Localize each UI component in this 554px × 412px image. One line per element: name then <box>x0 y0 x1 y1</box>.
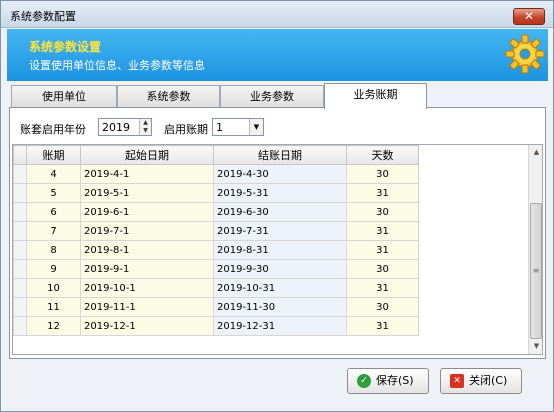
row-header-corner <box>13 145 27 165</box>
cell-period[interactable]: 9 <box>26 259 81 279</box>
cell-end-date[interactable]: 2019-10-31 <box>213 278 347 298</box>
cell-end-date[interactable]: 2019-9-30 <box>213 259 347 279</box>
row-header[interactable] <box>13 297 27 317</box>
tab-panel: 账套启用年份 2019 ▲ ▼ 启用账期 1 ▼ 账期 起始日期 结账日期 天数… <box>9 107 546 359</box>
cell-days[interactable]: 30 <box>346 259 419 279</box>
cell-start-date[interactable]: 2019-8-1 <box>80 240 214 260</box>
close-window-button[interactable]: ✕ <box>513 8 545 25</box>
cell-period[interactable]: 4 <box>26 164 81 184</box>
periods-grid: 账期 起始日期 结账日期 天数 4 2019-4-1 2019-4-30 30 5 201… <box>12 144 543 355</box>
cell-start-date[interactable]: 2019-6-1 <box>80 202 214 222</box>
table-row[interactable]: 9 2019-9-1 2019-9-30 30 <box>13 259 419 279</box>
cell-days[interactable]: 31 <box>346 316 419 336</box>
spinner-arrows-icon[interactable]: ▲ ▼ <box>139 119 151 135</box>
table-body: 4 2019-4-1 2019-4-30 30 5 2019-5-1 2019-5-31 31… <box>13 164 419 336</box>
row-header[interactable] <box>13 202 27 222</box>
cell-period[interactable]: 5 <box>26 183 81 203</box>
start-period-select[interactable]: 1 ▼ <box>212 118 264 136</box>
banner-subtitle: 设置使用单位信息、业务参数等信息 <box>29 59 205 72</box>
table-row[interactable]: 11 2019-11-1 2019-11-30 30 <box>13 297 419 317</box>
tab-organization[interactable]: 使用单位 <box>11 85 117 108</box>
cell-period[interactable]: 10 <box>26 278 81 298</box>
row-header[interactable] <box>13 183 27 203</box>
cell-start-date[interactable]: 2019-7-1 <box>80 221 214 241</box>
vertical-scrollbar[interactable]: ▲ ≡ ▼ <box>528 145 542 354</box>
table-header-row: 账期 起始日期 结账日期 天数 <box>13 145 419 165</box>
table-row[interactable]: 7 2019-7-1 2019-7-31 31 <box>13 221 419 241</box>
window-title: 系统参数配置 <box>10 10 76 23</box>
check-icon: ✓ <box>357 374 371 388</box>
scroll-thumb[interactable]: ≡ <box>530 203 542 339</box>
cell-period[interactable]: 12 <box>26 316 81 336</box>
close-button-label: 关闭(C) <box>469 374 508 387</box>
start-period-label: 启用账期 <box>164 123 208 136</box>
cell-end-date[interactable]: 2019-6-30 <box>213 202 347 222</box>
cell-end-date[interactable]: 2019-11-30 <box>213 297 347 317</box>
close-button[interactable]: ✕ 关闭(C) <box>440 368 522 394</box>
row-header[interactable] <box>13 316 27 336</box>
column-header-days[interactable]: 天数 <box>346 145 419 165</box>
scroll-up-icon[interactable]: ▲ <box>529 145 542 160</box>
table-row[interactable]: 4 2019-4-1 2019-4-30 30 <box>13 164 419 184</box>
start-year-value[interactable]: 2019 <box>102 121 130 134</box>
table-row[interactable]: 6 2019-6-1 2019-6-30 30 <box>13 202 419 222</box>
start-year-label: 账套启用年份 <box>20 123 86 136</box>
cell-days[interactable]: 30 <box>346 202 419 222</box>
cell-start-date[interactable]: 2019-5-1 <box>80 183 214 203</box>
gear-icon <box>505 34 545 74</box>
header-banner: 系统参数设置 设置使用单位信息、业务参数等信息 <box>7 29 548 81</box>
save-button-label: 保存(S) <box>376 374 414 387</box>
cell-period[interactable]: 6 <box>26 202 81 222</box>
cell-start-date[interactable]: 2019-10-1 <box>80 278 214 298</box>
cell-days[interactable]: 31 <box>346 278 419 298</box>
cell-end-date[interactable]: 2019-4-30 <box>213 164 347 184</box>
cell-start-date[interactable]: 2019-4-1 <box>80 164 214 184</box>
column-header-start-date[interactable]: 起始日期 <box>80 145 214 165</box>
cell-period[interactable]: 8 <box>26 240 81 260</box>
tab-accounting-periods[interactable]: 业务账期 <box>324 83 427 109</box>
close-icon: ✕ <box>450 374 464 388</box>
cell-end-date[interactable]: 2019-12-31 <box>213 316 347 336</box>
cell-days[interactable]: 31 <box>346 183 419 203</box>
cell-end-date[interactable]: 2019-5-31 <box>213 183 347 203</box>
column-header-period[interactable]: 账期 <box>26 145 81 165</box>
tab-system-params[interactable]: 系统参数 <box>117 85 220 108</box>
table-row[interactable]: 12 2019-12-1 2019-12-31 31 <box>13 316 419 336</box>
title-bar: 系统参数配置 ✕ <box>1 1 553 28</box>
tab-business-params[interactable]: 业务参数 <box>220 85 324 108</box>
cell-days[interactable]: 31 <box>346 240 419 260</box>
cell-start-date[interactable]: 2019-12-1 <box>80 316 214 336</box>
cell-days[interactable]: 31 <box>346 221 419 241</box>
cell-days[interactable]: 30 <box>346 297 419 317</box>
cell-start-date[interactable]: 2019-9-1 <box>80 259 214 279</box>
periods-table: 账期 起始日期 结账日期 天数 4 2019-4-1 2019-4-30 30 5 201… <box>13 145 419 336</box>
scroll-down-icon[interactable]: ▼ <box>529 339 542 354</box>
chevron-down-icon[interactable]: ▼ <box>249 119 263 135</box>
save-button[interactable]: ✓ 保存(S) <box>347 368 429 394</box>
column-header-end-date[interactable]: 结账日期 <box>213 145 347 165</box>
row-header[interactable] <box>13 259 27 279</box>
banner-title: 系统参数设置 <box>29 40 102 54</box>
row-header[interactable] <box>13 278 27 298</box>
table-row[interactable]: 8 2019-8-1 2019-8-31 31 <box>13 240 419 260</box>
table-row[interactable]: 5 2019-5-1 2019-5-31 31 <box>13 183 419 203</box>
cell-period[interactable]: 11 <box>26 297 81 317</box>
row-header[interactable] <box>13 164 27 184</box>
cell-end-date[interactable]: 2019-8-31 <box>213 240 347 260</box>
tab-strip: 使用单位 系统参数 业务参数 业务账期 <box>11 83 541 109</box>
cell-period[interactable]: 7 <box>26 221 81 241</box>
cell-days[interactable]: 30 <box>346 164 419 184</box>
row-header[interactable] <box>13 240 27 260</box>
settings-window: 系统参数配置 ✕ 系统参数设置 设置使用单位信息、业务参数等信息 使用单位 系统… <box>0 0 554 412</box>
cell-start-date[interactable]: 2019-11-1 <box>80 297 214 317</box>
start-period-value[interactable]: 1 <box>216 121 223 134</box>
cell-end-date[interactable]: 2019-7-31 <box>213 221 347 241</box>
start-year-spinner[interactable]: 2019 ▲ ▼ <box>98 118 152 136</box>
row-header[interactable] <box>13 221 27 241</box>
table-row[interactable]: 10 2019-10-1 2019-10-31 31 <box>13 278 419 298</box>
